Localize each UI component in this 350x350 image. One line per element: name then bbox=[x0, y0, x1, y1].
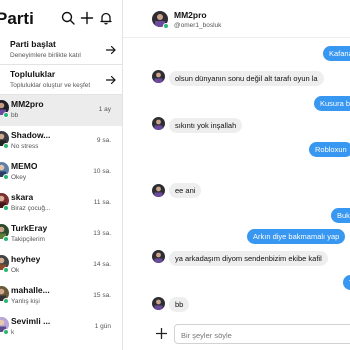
conversation-name: skara bbox=[11, 192, 34, 202]
online-status-dot bbox=[3, 267, 9, 273]
search-icon[interactable] bbox=[61, 11, 75, 25]
sidebar-header: Parti bbox=[0, 0, 122, 36]
communities-row[interactable]: Topluluklar Topluluklar oluştur ve keşfe… bbox=[0, 67, 122, 95]
conversation-time: 1 ay bbox=[98, 106, 111, 113]
conversation-preview: Biraz çocuğ... bbox=[11, 205, 51, 212]
conversation-preview: No stress bbox=[11, 143, 39, 150]
online-status-dot bbox=[3, 112, 9, 118]
incoming-message[interactable]: olsun dünyanın sonu değil alt tarafı oyu… bbox=[169, 71, 324, 86]
incoming-message[interactable]: ee ani bbox=[169, 183, 202, 198]
conversation-time: 13 sa. bbox=[93, 230, 111, 237]
conversation-name: Sevimli ... bbox=[11, 316, 51, 326]
outgoing-message[interactable]: Ti bbox=[343, 275, 350, 290]
incoming-message[interactable]: sıkıntı yok inşallah bbox=[169, 118, 243, 133]
conversation-row[interactable]: TurkEray Takipçilerim 13 sa. bbox=[0, 219, 122, 250]
outgoing-message[interactable]: Kusura b bbox=[314, 96, 350, 111]
conversation-preview: k bbox=[11, 329, 15, 336]
start-party-title: Parti başlat bbox=[10, 39, 56, 49]
incoming-message[interactable]: ya arkadaşım diyom sendenbizim ekibe kaf… bbox=[169, 251, 328, 266]
add-attachment-icon[interactable] bbox=[156, 328, 167, 339]
avatar[interactable] bbox=[152, 70, 165, 83]
online-status-dot bbox=[3, 205, 9, 211]
divider bbox=[0, 64, 122, 65]
conversation-name: MM2pro bbox=[11, 99, 44, 109]
online-status-dot bbox=[3, 143, 9, 149]
conversation-row[interactable]: Shadow... No stress 9 sa. bbox=[0, 126, 122, 157]
conversation-row[interactable]: MEMO Okey 10 sa. bbox=[0, 157, 122, 188]
outgoing-message[interactable]: Robloxun bbox=[309, 142, 350, 157]
message-input-box[interactable] bbox=[174, 324, 350, 345]
communities-subtitle: Topluluklar oluştur ve keşfet bbox=[10, 82, 91, 89]
conversation-preview: Okey bbox=[11, 174, 27, 181]
conversation-row[interactable]: skara Biraz çocuğ... 11 sa. bbox=[0, 188, 122, 219]
start-party-subtitle: Deneyimlere birlikte katıl bbox=[10, 52, 81, 59]
incoming-message[interactable]: bb bbox=[169, 297, 190, 312]
chat-panel: MM2pro @omer1_bosluk Kafana olsun dünyanı… bbox=[123, 0, 350, 350]
start-party-row[interactable]: Parti başlat Deneyimlere birlikte katıl bbox=[0, 37, 122, 65]
arrow-right-icon bbox=[105, 74, 117, 86]
arrow-right-icon bbox=[105, 44, 117, 56]
conversation-name: MEMO bbox=[11, 161, 38, 171]
sidebar-title: Parti bbox=[0, 9, 34, 28]
outgoing-message[interactable]: Buka bbox=[331, 208, 350, 223]
conversation-row[interactable]: Sevimli ... k 1 gün bbox=[0, 312, 122, 343]
online-status-dot bbox=[3, 236, 9, 242]
avatar[interactable] bbox=[152, 297, 165, 310]
conversation-time: 11 sa. bbox=[93, 199, 111, 206]
conversation-preview: Takipçilerim bbox=[11, 236, 45, 243]
conversation-name: mahalle... bbox=[11, 285, 50, 295]
online-status-dot bbox=[163, 23, 169, 29]
plus-icon[interactable] bbox=[80, 11, 94, 25]
conversation-time: 1 gün bbox=[94, 323, 111, 330]
outgoing-message[interactable]: Arkın diye bakmamalı yap bbox=[247, 229, 346, 244]
conversation-name: Shadow... bbox=[11, 130, 51, 140]
chat-header: MM2pro @omer1_bosluk bbox=[123, 0, 350, 38]
conversation-name: heyhey bbox=[11, 254, 41, 264]
conversation-time: 9 sa. bbox=[96, 137, 111, 144]
conversation-time: 10 sa. bbox=[93, 168, 111, 175]
conversation-preview: Ok bbox=[11, 267, 20, 274]
chat-contact-name[interactable]: MM2pro bbox=[174, 10, 207, 20]
conversation-sidebar: Parti Parti başlat Deneyimlere birlikte … bbox=[0, 0, 123, 350]
online-status-dot bbox=[3, 329, 9, 335]
chat-contact-username: @omer1_bosluk bbox=[174, 22, 222, 29]
avatar[interactable] bbox=[152, 184, 165, 197]
online-status-dot bbox=[3, 174, 9, 180]
avatar[interactable] bbox=[152, 250, 165, 263]
conversation-name: TurkEray bbox=[11, 223, 48, 233]
bell-icon[interactable] bbox=[99, 11, 113, 25]
conversation-preview: Yanlış kişi bbox=[11, 298, 40, 305]
conversation-row[interactable]: MM2pro bb 1 ay bbox=[0, 95, 122, 126]
conversation-time: 14 sa. bbox=[93, 261, 111, 268]
communities-title: Topluluklar bbox=[10, 69, 56, 79]
avatar[interactable] bbox=[152, 117, 165, 130]
conversation-row[interactable]: mahalle... Yanlış kişi 15 sa. bbox=[0, 281, 122, 312]
conversation-row[interactable]: heyhey Ok 14 sa. bbox=[0, 250, 122, 281]
outgoing-message[interactable]: Kafana bbox=[323, 46, 350, 61]
conversation-preview: bb bbox=[11, 112, 19, 119]
message-input[interactable] bbox=[175, 326, 350, 345]
message-composer bbox=[123, 318, 350, 350]
conversation-time: 15 sa. bbox=[93, 292, 111, 299]
online-status-dot bbox=[3, 298, 9, 304]
